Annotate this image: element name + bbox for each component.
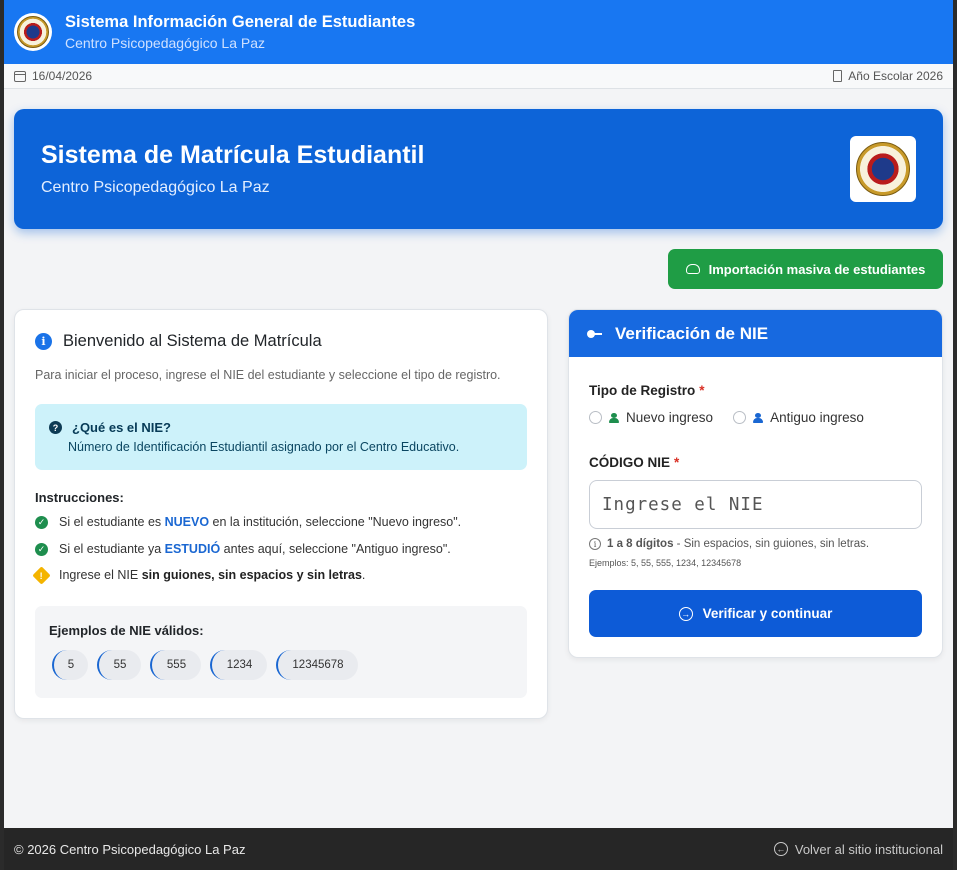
nie-code-label: CÓDIGO NIE * [589, 455, 679, 470]
examples-title: Ejemplos de NIE válidos: [49, 623, 204, 638]
institution-logo [14, 13, 52, 51]
seal-icon [17, 16, 49, 48]
instruction-item: ! Ingrese el NIE sin guiones, sin espaci… [32, 565, 366, 585]
info-icon: i [35, 333, 52, 350]
page-subtitle: Centro Psicopedagógico La Paz [41, 179, 270, 196]
hint-examples: Ejemplos: 5, 55, 555, 1234, 12345678 [589, 558, 742, 568]
registration-type-options: Nuevo ingreso Antiguo ingreso [589, 410, 864, 425]
user-icon [753, 412, 770, 423]
nie-hint: i 1 a 8 dígitos - Sin espacios, sin guio… [589, 538, 869, 550]
verify-continue-button[interactable]: → Verificar y continuar [589, 590, 922, 637]
instruction-text: Si el estudiante ya [59, 542, 165, 556]
card-header: Verificación de NIE [569, 310, 942, 357]
user-plus-icon [609, 412, 626, 423]
back-link-label: Volver al sitio institucional [794, 841, 943, 857]
registration-type-text: Tipo de Registro [589, 383, 696, 398]
building-icon [833, 70, 843, 82]
example-chip: 55 [97, 650, 141, 680]
nie-code-text: CÓDIGO NIE [589, 455, 671, 470]
nie-definition: Número de Identificación Estudiantil asi… [68, 440, 460, 454]
check-circle-icon: ✓ [35, 542, 48, 556]
banner-logo [850, 136, 916, 202]
cloud-upload-icon [685, 264, 700, 274]
hint-bold: 1 a 8 dígitos [607, 538, 674, 550]
welcome-title: Bienvenido al Sistema de Matrícula [63, 332, 322, 350]
window-edge-right [953, 0, 957, 870]
instruction-highlight: sin guiones, sin espacios y sin letras [141, 568, 362, 582]
example-chips: 5 55 555 1234 12345678 [52, 650, 358, 680]
app-header: Sistema Información General de Estudiant… [4, 0, 953, 64]
calendar-icon [14, 70, 26, 82]
verify-button-label: Verificar y continuar [702, 606, 833, 621]
question-icon: ? [49, 421, 62, 434]
school-year-text: Año Escolar 2026 [848, 69, 943, 83]
instruction-text: antes aquí, seleccione "Antiguo ingreso"… [220, 542, 451, 556]
radio-returning-enrollment[interactable] [733, 411, 747, 424]
required-mark: * [699, 383, 705, 398]
info-bar: 16/04/2026 Año Escolar 2026 [4, 64, 953, 89]
nie-question: ¿Qué es el NIE? [72, 420, 171, 435]
nie-info-box: ? ¿Qué es el NIE? Número de Identificaci… [35, 404, 527, 470]
page-footer: © 2026 Centro Psicopedagógico La Paz ← V… [4, 828, 953, 870]
instruction-text: Si el estudiante es [59, 515, 165, 529]
instruction-highlight: NUEVO [164, 515, 210, 529]
instruction-text: . [361, 568, 366, 582]
option-old-label[interactable]: Antiguo ingreso [770, 410, 864, 425]
instruction-item: ✓ Si el estudiante es NUEVO en la instit… [35, 515, 461, 529]
welcome-card: i Bienvenido al Sistema de Matrícula Par… [14, 309, 548, 719]
school-year-display: Año Escolar 2026 [833, 69, 943, 83]
card-title: Verificación de NIE [615, 323, 769, 343]
registration-type-label: Tipo de Registro * [589, 383, 705, 398]
welcome-heading: i Bienvenido al Sistema de Matrícula [35, 332, 322, 351]
window-edge-left [0, 0, 4, 870]
key-icon [587, 329, 602, 338]
page-banner: Sistema de Matrícula Estudiantil Centro … [14, 109, 943, 229]
instruction-item: ✓ Si el estudiante ya ESTUDIÓ antes aquí… [35, 542, 451, 556]
nie-examples-box: Ejemplos de NIE válidos: 5 55 555 1234 1… [35, 606, 527, 698]
warning-icon: ! [32, 565, 51, 585]
arrow-circle-left-icon: ← [773, 842, 788, 856]
hint-text: - Sin espacios, sin guiones, sin letras. [673, 538, 870, 550]
bulk-import-label: Importación masiva de estudiantes [708, 261, 926, 277]
date-text: 16/04/2026 [32, 69, 93, 83]
nie-input[interactable] [589, 480, 922, 529]
check-circle-icon: ✓ [35, 515, 48, 529]
instruction-text: en la institución, seleccione "Nuevo ing… [209, 515, 462, 529]
bulk-import-button[interactable]: Importación masiva de estudiantes [668, 249, 943, 289]
radio-new-enrollment[interactable] [589, 411, 602, 424]
footer-copyright: © 2026 Centro Psicopedagógico La Paz [14, 841, 246, 857]
info-icon: i [589, 538, 601, 550]
example-chip: 5 [52, 650, 88, 680]
option-new-label[interactable]: Nuevo ingreso [626, 410, 713, 425]
welcome-intro: Para iniciar el proceso, ingrese el NIE … [35, 368, 501, 382]
app-subtitle: Centro Psicopedagógico La Paz [65, 34, 266, 51]
instruction-highlight: ESTUDIÓ [164, 542, 221, 556]
example-chip: 555 [150, 650, 201, 680]
app-title: Sistema Información General de Estudiant… [65, 12, 416, 31]
nie-verification-card: Verificación de NIE Tipo de Registro * Nu… [568, 309, 943, 658]
example-chip: 1234 [210, 650, 267, 680]
arrow-circle-right-icon: → [678, 606, 693, 621]
back-to-site-link[interactable]: ← Volver al sitio institucional [773, 841, 943, 857]
page-title: Sistema de Matrícula Estudiantil [41, 141, 425, 169]
instructions-title: Instrucciones: [35, 490, 124, 505]
example-chip: 12345678 [276, 650, 358, 680]
instruction-text: Ingrese el NIE [59, 568, 142, 582]
date-display: 16/04/2026 [14, 69, 92, 83]
required-mark: * [674, 455, 680, 470]
seal-icon [856, 142, 910, 196]
